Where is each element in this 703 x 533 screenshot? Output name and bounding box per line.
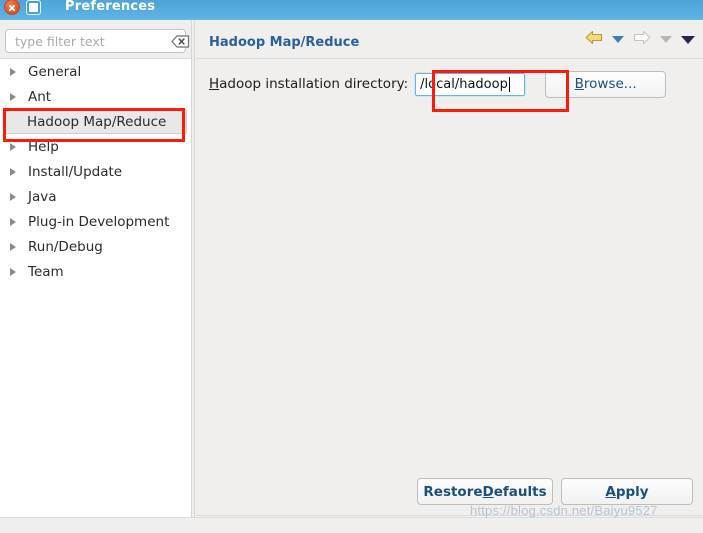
- hadoop-install-dir-label: Hadoop installation directory:: [209, 76, 408, 92]
- sidebar-item-label: Java: [28, 188, 57, 205]
- preferences-dialog: Preferences General: [0, 0, 703, 533]
- restore-text-b: efaults: [493, 483, 547, 500]
- sidebar-item-hadoop-map-reduce[interactable]: Hadoop Map/Reduce: [4, 109, 187, 134]
- page-header: Hadoop Map/Reduce: [196, 20, 703, 59]
- dialog-button-row: Restore Defaults Apply: [417, 478, 693, 505]
- apply-button[interactable]: Apply: [561, 478, 693, 505]
- window-title: Preferences: [65, 0, 156, 14]
- forward-history-dropdown-icon: [660, 36, 672, 43]
- label-text: adoop installation directory:: [219, 76, 409, 92]
- filter-box[interactable]: [5, 29, 190, 53]
- page-title: Hadoop Map/Reduce: [209, 35, 360, 50]
- back-arrow-icon[interactable]: [585, 30, 603, 49]
- expand-arrow-icon[interactable]: [6, 89, 22, 105]
- search-input[interactable]: [15, 33, 171, 49]
- clear-filter-icon[interactable]: [171, 34, 190, 48]
- filter-field-wrapper: [5, 29, 190, 53]
- expand-arrow-icon[interactable]: [6, 264, 22, 280]
- restore-mnemonic: D: [482, 483, 494, 500]
- sidebar-item-label: Help: [28, 138, 59, 155]
- dialog-bottom-strip: [0, 517, 703, 533]
- preferences-tree[interactable]: General Ant Hadoop Map/Reduce Help Insta…: [0, 58, 191, 533]
- apply-text-b: pply: [615, 483, 649, 500]
- browse-mnemonic: B: [574, 76, 584, 92]
- close-icon[interactable]: [4, 0, 20, 15]
- sidebar-item-label: Hadoop Map/Reduce: [27, 113, 167, 130]
- expand-arrow-icon[interactable]: [6, 164, 22, 180]
- sidebar-item-team[interactable]: Team: [0, 259, 191, 284]
- sidebar-item-general[interactable]: General: [0, 59, 191, 84]
- browse-text: rowse...: [583, 76, 637, 92]
- sidebar-item-run-debug[interactable]: Run/Debug: [0, 234, 191, 259]
- view-menu-dropdown-icon[interactable]: [681, 35, 695, 44]
- apply-mnemonic: A: [605, 483, 616, 500]
- expand-arrow-icon[interactable]: [6, 189, 22, 205]
- preferences-sidebar: General Ant Hadoop Map/Reduce Help Insta…: [0, 20, 191, 533]
- sidebar-item-help[interactable]: Help: [0, 134, 191, 159]
- hadoop-install-dir-input[interactable]: /local/hadoop: [414, 71, 527, 97]
- page-nav-toolbar: [585, 30, 695, 49]
- restore-text-a: Restore: [423, 483, 483, 500]
- expand-arrow-icon[interactable]: [6, 239, 22, 255]
- sidebar-item-label: Plug-in Development: [28, 213, 170, 230]
- forward-arrow-icon: [633, 30, 651, 49]
- sidebar-item-label: General: [28, 63, 82, 80]
- dialog-body: General Ant Hadoop Map/Reduce Help Insta…: [0, 20, 703, 533]
- expand-arrow-icon[interactable]: [6, 64, 22, 80]
- sidebar-item-label: Ant: [28, 88, 52, 105]
- footer-separator: [196, 515, 703, 516]
- hadoop-install-dir-row: Hadoop installation directory: /local/ha…: [196, 68, 703, 100]
- input-value: /local/hadoop: [420, 76, 508, 92]
- label-mnemonic: H: [209, 76, 220, 92]
- sidebar-item-plugin-development[interactable]: Plug-in Development: [0, 209, 191, 234]
- expand-arrow-icon[interactable]: [6, 139, 22, 155]
- preference-page: Hadoop Map/Reduce Hadoop installation di…: [196, 20, 703, 533]
- maximize-icon[interactable]: [26, 0, 41, 15]
- restore-defaults-button[interactable]: Restore Defaults: [417, 478, 553, 505]
- back-history-dropdown-icon[interactable]: [612, 36, 624, 43]
- expand-arrow-icon[interactable]: [6, 214, 22, 230]
- sidebar-item-label: Run/Debug: [28, 238, 103, 255]
- window-titlebar: Preferences: [0, 0, 703, 20]
- text-caret: [508, 76, 510, 92]
- sidebar-item-java[interactable]: Java: [0, 184, 191, 209]
- sidebar-item-install-update[interactable]: Install/Update: [0, 159, 191, 184]
- sidebar-item-label: Team: [28, 263, 64, 280]
- browse-button[interactable]: Browse...: [545, 70, 667, 98]
- pane-splitter[interactable]: [191, 20, 195, 533]
- sidebar-item-ant[interactable]: Ant: [0, 84, 191, 109]
- sidebar-item-label: Install/Update: [28, 163, 123, 180]
